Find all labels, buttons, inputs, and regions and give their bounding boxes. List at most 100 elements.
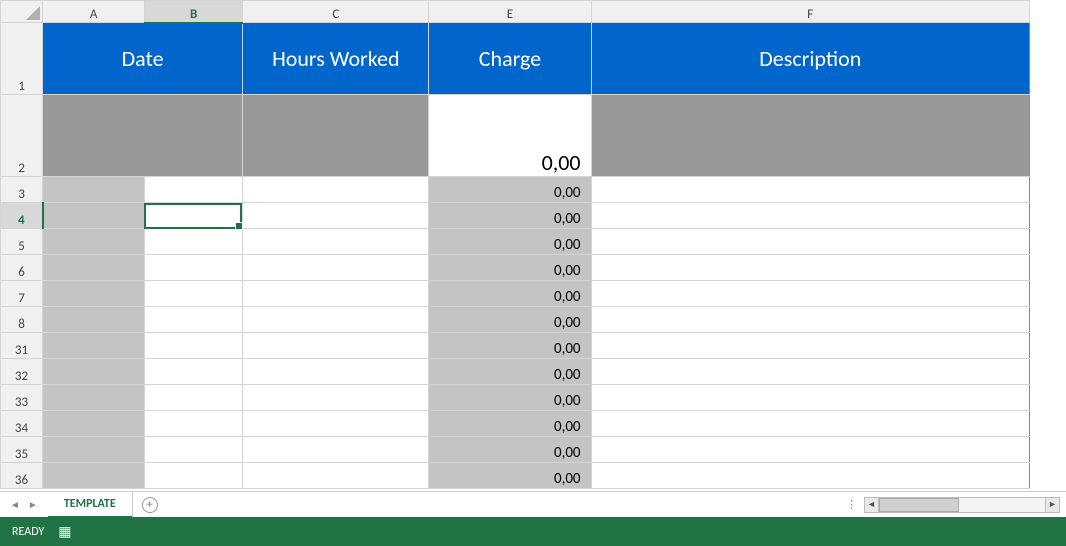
cell-B32[interactable]	[145, 359, 243, 385]
cell-E33[interactable]: 0,00	[429, 385, 591, 411]
col-header-F[interactable]: F	[591, 1, 1029, 23]
cell-A4[interactable]	[43, 203, 145, 229]
cell-E4[interactable]: 0,00	[429, 203, 591, 229]
row-header-36[interactable]: 36	[1, 463, 43, 489]
status-bar: READY ▦	[0, 517, 1066, 546]
cell-C33[interactable]	[243, 385, 429, 411]
horizontal-scrollbar[interactable]: ◄ ►	[864, 497, 1060, 513]
select-all-corner[interactable]	[1, 1, 43, 23]
cell-C35[interactable]	[243, 437, 429, 463]
cell-C7[interactable]	[243, 281, 429, 307]
spreadsheet-grid[interactable]: A B C E F 1 Date Hours Worked Charge Des…	[0, 0, 1066, 491]
cell-B3[interactable]	[145, 177, 243, 203]
cell-C34[interactable]	[243, 411, 429, 437]
hscroll-right-icon[interactable]: ►	[1045, 498, 1059, 512]
row-header-3[interactable]: 3	[1, 177, 43, 203]
add-sheet-button[interactable]: +	[133, 492, 167, 517]
cell-E35[interactable]: 0,00	[429, 437, 591, 463]
cell-C2[interactable]	[243, 95, 429, 177]
col-header-A[interactable]: A	[43, 1, 145, 23]
cell-A33[interactable]	[43, 385, 145, 411]
row-header-33[interactable]: 33	[1, 385, 43, 411]
row-header-2[interactable]: 2	[1, 95, 43, 177]
cell-C6[interactable]	[243, 255, 429, 281]
cell-E36[interactable]: 0,00	[429, 463, 591, 489]
cell-F33[interactable]	[591, 385, 1029, 411]
sheet-tab-template[interactable]: TEMPLATE	[48, 492, 133, 518]
cell-A32[interactable]	[43, 359, 145, 385]
cell-E3[interactable]: 0,00	[429, 177, 591, 203]
hscroll-left-icon[interactable]: ◄	[865, 498, 879, 512]
cell-C32[interactable]	[243, 359, 429, 385]
header-hours: Hours Worked	[243, 23, 429, 95]
cell-F36[interactable]	[591, 463, 1029, 489]
cell-A8[interactable]	[43, 307, 145, 333]
cell-B7[interactable]	[145, 281, 243, 307]
cell-F7[interactable]	[591, 281, 1029, 307]
cell-A31[interactable]	[43, 333, 145, 359]
cell-E34[interactable]: 0,00	[429, 411, 591, 437]
tab-nav-prev-icon[interactable]: ◄	[10, 498, 20, 511]
cell-A3[interactable]	[43, 177, 145, 203]
tab-strip-grip-icon[interactable]: ⋮	[846, 498, 860, 511]
status-text: READY	[12, 525, 44, 539]
cell-F31[interactable]	[591, 333, 1029, 359]
cell-F32[interactable]	[591, 359, 1029, 385]
cell-E2-summary-charge[interactable]: 0,00	[429, 95, 591, 177]
cell-C4[interactable]	[243, 203, 429, 229]
cell-F34[interactable]	[591, 411, 1029, 437]
cell-E6[interactable]: 0,00	[429, 255, 591, 281]
row-header-31[interactable]: 31	[1, 333, 43, 359]
cell-B8[interactable]	[145, 307, 243, 333]
cell-C3[interactable]	[243, 177, 429, 203]
cell-F3[interactable]	[591, 177, 1029, 203]
row-header-6[interactable]: 6	[1, 255, 43, 281]
macro-record-icon[interactable]: ▦	[58, 523, 71, 540]
cell-B5[interactable]	[145, 229, 243, 255]
cell-C5[interactable]	[243, 229, 429, 255]
cell-C36[interactable]	[243, 463, 429, 489]
cell-C31[interactable]	[243, 333, 429, 359]
row-header-5[interactable]: 5	[1, 229, 43, 255]
row-header-32[interactable]: 32	[1, 359, 43, 385]
row-header-4[interactable]: 4	[1, 203, 43, 229]
cell-C8[interactable]	[243, 307, 429, 333]
cell-E31[interactable]: 0,00	[429, 333, 591, 359]
cell-A2[interactable]	[43, 95, 243, 177]
cell-B6[interactable]	[145, 255, 243, 281]
cell-F8[interactable]	[591, 307, 1029, 333]
col-header-C[interactable]: C	[243, 1, 429, 23]
cell-B31[interactable]	[145, 333, 243, 359]
cell-F5[interactable]	[591, 229, 1029, 255]
sheet-tab-strip: ◄ ► TEMPLATE + ⋮ ◄ ►	[0, 491, 1066, 517]
row-header-1[interactable]: 1	[1, 23, 43, 95]
cell-B33[interactable]	[145, 385, 243, 411]
header-charge: Charge	[429, 23, 591, 95]
cell-E32[interactable]: 0,00	[429, 359, 591, 385]
cell-A35[interactable]	[43, 437, 145, 463]
cell-B36[interactable]	[145, 463, 243, 489]
cell-F6[interactable]	[591, 255, 1029, 281]
row-header-7[interactable]: 7	[1, 281, 43, 307]
cell-B34[interactable]	[145, 411, 243, 437]
cell-A7[interactable]	[43, 281, 145, 307]
row-header-35[interactable]: 35	[1, 437, 43, 463]
cell-F4[interactable]	[591, 203, 1029, 229]
cell-F35[interactable]	[591, 437, 1029, 463]
hscroll-thumb[interactable]	[879, 498, 959, 512]
cell-B4[interactable]	[145, 203, 243, 229]
cell-A34[interactable]	[43, 411, 145, 437]
col-header-E[interactable]: E	[429, 1, 591, 23]
row-header-34[interactable]: 34	[1, 411, 43, 437]
cell-F2[interactable]	[591, 95, 1029, 177]
cell-E8[interactable]: 0,00	[429, 307, 591, 333]
cell-A5[interactable]	[43, 229, 145, 255]
cell-E5[interactable]: 0,00	[429, 229, 591, 255]
col-header-B[interactable]: B	[145, 1, 243, 23]
tab-nav-next-icon[interactable]: ►	[28, 498, 38, 511]
cell-A6[interactable]	[43, 255, 145, 281]
cell-A36[interactable]	[43, 463, 145, 489]
row-header-8[interactable]: 8	[1, 307, 43, 333]
cell-B35[interactable]	[145, 437, 243, 463]
cell-E7[interactable]: 0,00	[429, 281, 591, 307]
